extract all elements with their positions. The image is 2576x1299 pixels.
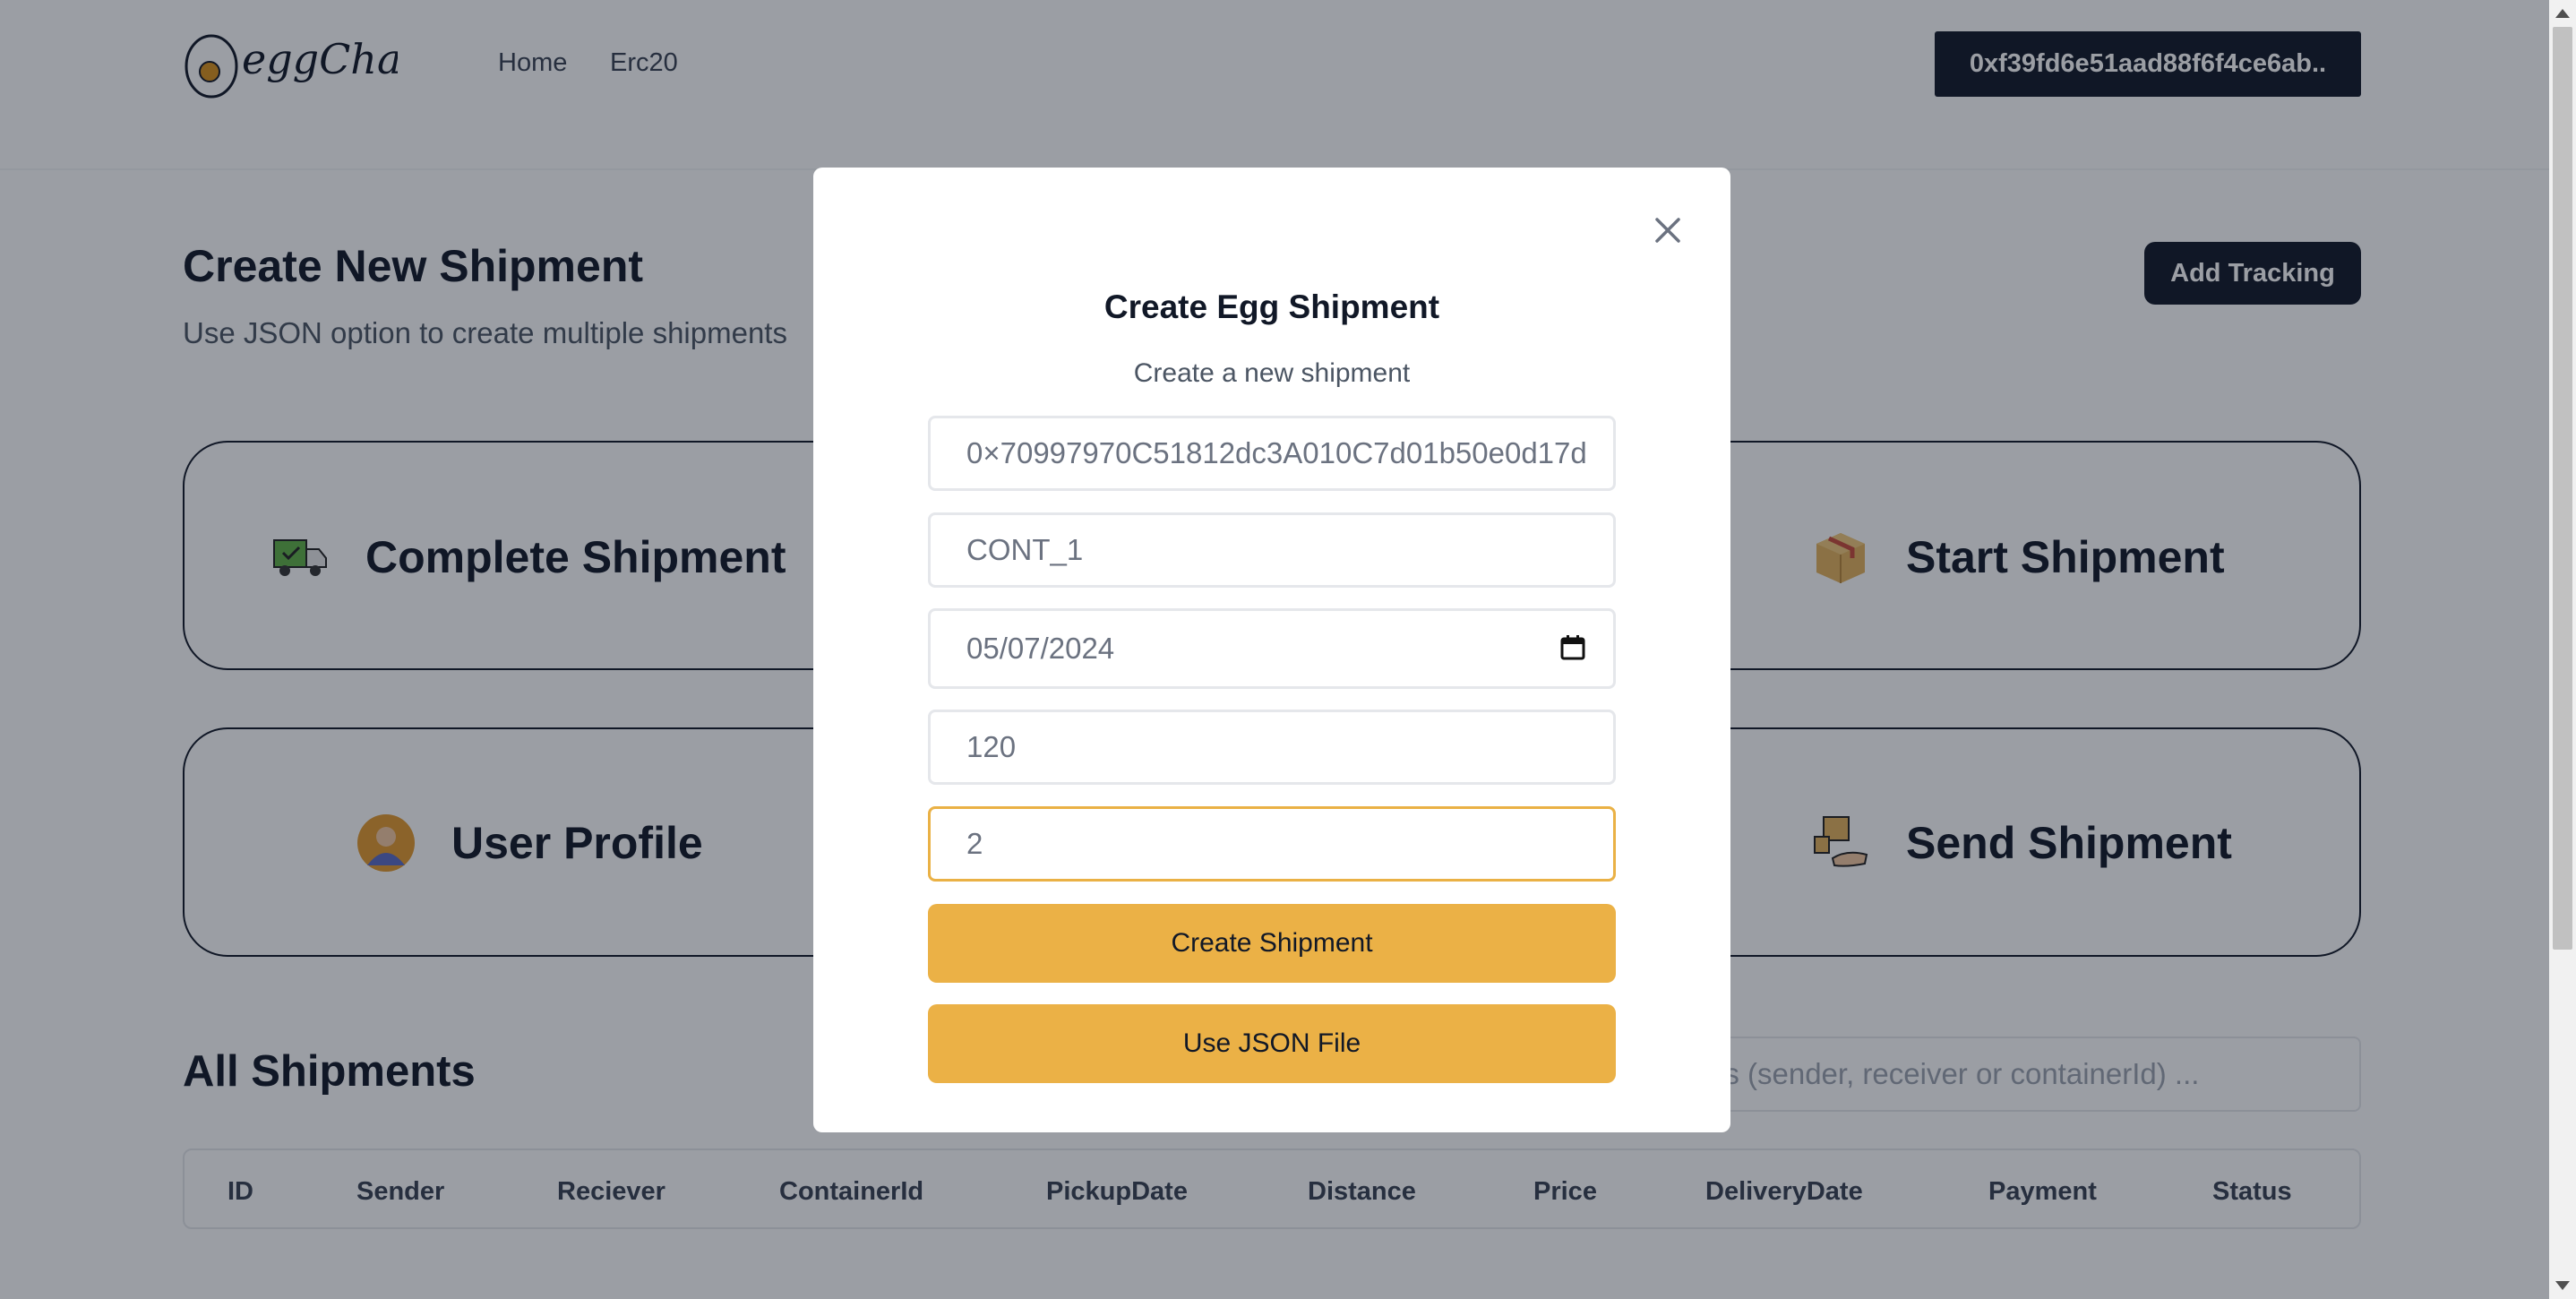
modal-title: Create Egg Shipment (1103, 288, 1440, 325)
receiver-address-input[interactable]: 0×70997970C51812dc3A010C7d01b50e0d17d (928, 416, 1616, 491)
use-json-file-button[interactable]: Use JSON File (928, 1004, 1616, 1083)
close-icon[interactable] (1652, 214, 1684, 246)
distance-input[interactable]: 120 (928, 710, 1616, 785)
scrollbar-thumb[interactable] (2553, 27, 2572, 950)
scroll-down-arrow-icon[interactable] (2555, 1281, 2570, 1290)
container-id-input[interactable]: CONT_1 (928, 512, 1616, 588)
create-shipment-modal: Create Egg Shipment Create a new shipmen… (813, 168, 1730, 1132)
calendar-icon[interactable] (1559, 634, 1586, 661)
create-shipment-button[interactable]: Create Shipment (928, 904, 1616, 983)
scroll-up-arrow-icon[interactable] (2555, 9, 2570, 18)
modal-subtitle: Create a new shipment (1133, 358, 1411, 388)
price-input[interactable]: 2 (928, 806, 1616, 882)
page: eggChain Home Erc20 0xf39fd6e51aad88f6f4… (0, 0, 2549, 1299)
pickup-date-value: 05/07/2024 (966, 632, 1115, 665)
pickup-date-input[interactable]: 05/07/2024 (928, 608, 1616, 689)
